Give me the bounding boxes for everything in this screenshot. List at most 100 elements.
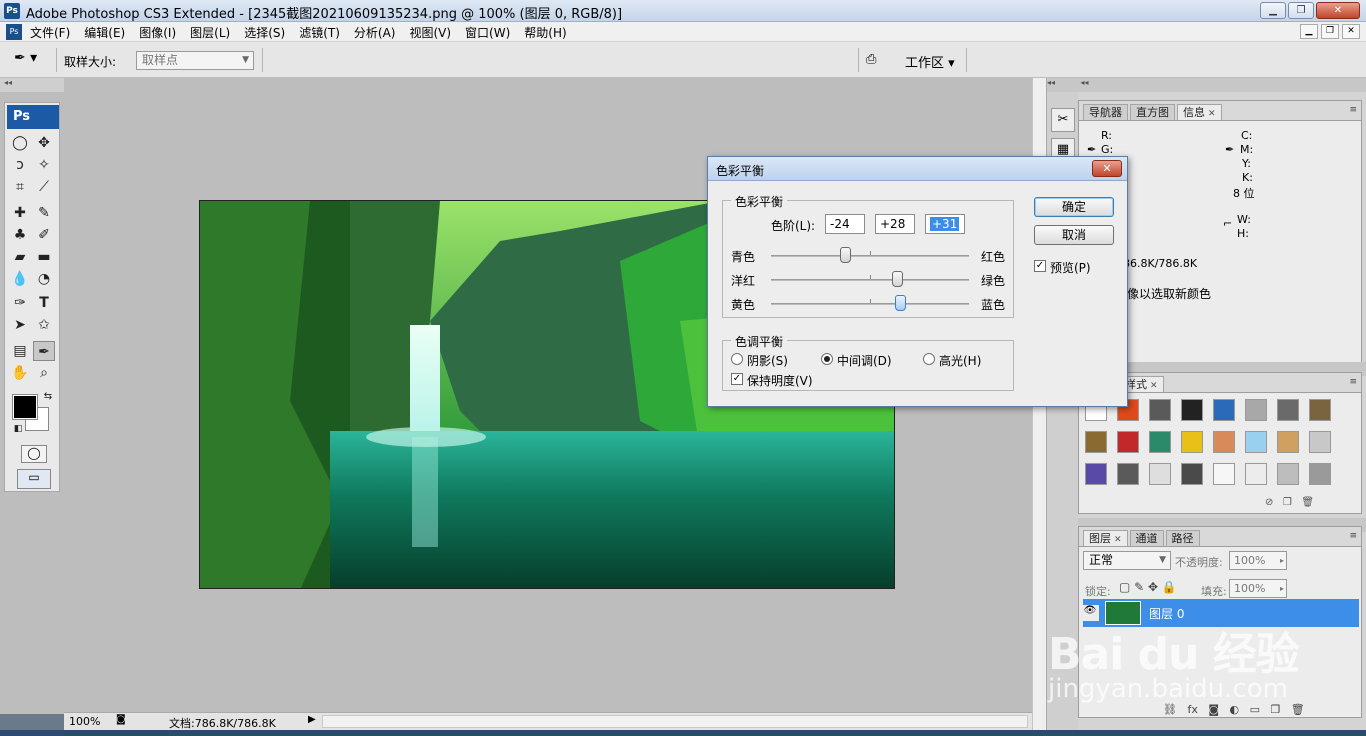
brush-tool-icon[interactable]: ✎ [33, 203, 55, 223]
layer-row[interactable]: 👁 图层 0 [1081, 599, 1359, 627]
style-swatch[interactable] [1213, 463, 1235, 485]
tool-presets-icon[interactable]: ✂ [1051, 108, 1075, 132]
notes-tool-icon[interactable]: ▤ [9, 341, 31, 361]
move-tool-icon[interactable]: ✥ [33, 133, 55, 153]
menu-analysis[interactable]: 分析(A) [354, 24, 396, 41]
style-swatch[interactable] [1245, 463, 1267, 485]
style-footer-icons[interactable]: ⊘ ❐ 🗑 [1265, 497, 1314, 508]
menu-view[interactable]: 视图(V) [409, 24, 451, 41]
doc-restore-button[interactable]: ❐ [1321, 24, 1339, 39]
menu-help[interactable]: 帮助(H) [524, 24, 566, 41]
menu-layer[interactable]: 图层(L) [190, 24, 230, 41]
crop-tool-icon[interactable]: ⌗ [9, 177, 31, 197]
style-swatch[interactable] [1309, 399, 1331, 421]
lasso-tool-icon[interactable]: ↄ [9, 155, 31, 175]
close-icon[interactable]: ✕ [1114, 535, 1122, 545]
menu-select[interactable]: 选择(S) [244, 24, 285, 41]
doc-icon[interactable]: Ps [6, 24, 22, 40]
marquee-tool-icon[interactable]: ◯ [9, 133, 31, 153]
level-cyan-red-input[interactable]: -24 [825, 214, 865, 234]
hand-tool-icon[interactable]: ✋ [9, 363, 31, 383]
style-swatch[interactable] [1277, 399, 1299, 421]
level-yellow-blue-input[interactable]: +31 [925, 214, 965, 234]
style-swatch[interactable] [1309, 463, 1331, 485]
status-menu-arrow-icon[interactable]: ▶ [308, 714, 316, 725]
style-swatch[interactable] [1149, 399, 1171, 421]
style-swatch[interactable] [1309, 431, 1331, 453]
panel-menu-icon[interactable]: ≡ [1349, 531, 1357, 541]
style-swatch[interactable] [1277, 463, 1299, 485]
menu-image[interactable]: 图像(I) [139, 24, 176, 41]
status-icon[interactable]: ◙ [116, 714, 126, 725]
tab-navigator[interactable]: 导航器 [1083, 104, 1128, 120]
fill-field[interactable]: 100% ▸ [1229, 579, 1287, 598]
panel-grip[interactable]: ◂◂ [1078, 78, 1366, 92]
style-swatch[interactable] [1085, 463, 1107, 485]
clone-stamp-icon[interactable]: ♣ [9, 225, 31, 245]
style-swatch[interactable] [1277, 431, 1299, 453]
preserve-luminosity-checkbox[interactable]: ✓ [731, 373, 743, 385]
style-swatch[interactable] [1181, 463, 1203, 485]
cyan-red-track[interactable] [771, 251, 969, 257]
cyan-red-slider-thumb[interactable] [840, 247, 852, 263]
horizontal-scrollbar[interactable] [322, 715, 1028, 728]
default-colors-icon[interactable]: ◧ [7, 419, 29, 439]
history-brush-icon[interactable]: ✐ [33, 225, 55, 245]
style-swatch[interactable] [1149, 463, 1171, 485]
magenta-green-slider-thumb[interactable] [891, 271, 903, 287]
path-select-icon[interactable]: ➤ [9, 315, 31, 335]
layer-name[interactable]: 图层 0 [1149, 605, 1184, 622]
gradient-tool-icon[interactable]: ▬ [33, 247, 55, 267]
bridge-icon[interactable]: ⎙ [866, 52, 876, 67]
shadows-radio[interactable] [731, 353, 743, 365]
type-tool-icon[interactable]: T [33, 293, 55, 313]
shape-tool-icon[interactable]: ✩ [33, 315, 55, 335]
eyedropper-preset-icon[interactable]: ✒ ▾ [14, 50, 48, 70]
style-swatch[interactable] [1245, 431, 1267, 453]
menu-edit[interactable]: 编辑(E) [84, 24, 125, 41]
menu-filter[interactable]: 滤镜(T) [299, 24, 340, 41]
doc-close-button[interactable]: ✕ [1342, 24, 1360, 39]
style-swatch[interactable] [1181, 399, 1203, 421]
workspace-menu[interactable]: 工作区 ▾ [905, 52, 955, 71]
close-icon[interactable]: ✕ [1208, 109, 1216, 119]
zoom-level[interactable]: 100% [69, 715, 100, 728]
eraser-tool-icon[interactable]: ▰ [9, 247, 31, 267]
tab-layers[interactable]: 图层 ✕ [1083, 530, 1128, 546]
screen-mode-icon[interactable]: ▭ [17, 469, 51, 489]
blur-tool-icon[interactable]: 💧 [9, 269, 31, 289]
style-swatch[interactable] [1245, 399, 1267, 421]
maximize-button[interactable]: ❐ [1288, 2, 1314, 19]
tab-histogram[interactable]: 直方图 [1130, 104, 1175, 120]
dialog-titlebar[interactable]: 色彩平衡 ✕ [708, 157, 1127, 181]
menu-file[interactable]: 文件(F) [30, 24, 70, 41]
yellow-blue-track[interactable] [771, 299, 969, 305]
style-swatch[interactable] [1149, 431, 1171, 453]
style-swatch[interactable] [1213, 399, 1235, 421]
preview-checkbox[interactable]: ✓ [1034, 260, 1046, 272]
magenta-green-track[interactable] [771, 275, 969, 281]
level-magenta-green-input[interactable]: +28 [875, 214, 915, 234]
close-button[interactable]: ✕ [1316, 2, 1360, 19]
tab-channels[interactable]: 通道 [1129, 530, 1164, 546]
style-swatch[interactable] [1213, 431, 1235, 453]
magic-wand-icon[interactable]: ✧ [33, 155, 55, 175]
doc-minimize-button[interactable]: ▁ [1300, 24, 1318, 39]
zoom-tool-icon[interactable]: ⌕ [33, 363, 55, 383]
menu-window[interactable]: 窗口(W) [465, 24, 510, 41]
swap-colors-icon[interactable]: ⇆ [37, 387, 59, 407]
lock-icons[interactable]: ▢ ✎ ✥ 🔒 [1119, 580, 1177, 594]
sample-size-select[interactable]: 取样点 ▼ [136, 51, 254, 70]
panel-menu-icon[interactable]: ≡ [1349, 377, 1357, 387]
pen-tool-icon[interactable]: ✑ [9, 293, 31, 313]
highlights-radio[interactable] [923, 353, 935, 365]
dialog-close-button[interactable]: ✕ [1092, 160, 1122, 177]
dodge-tool-icon[interactable]: ◔ [33, 269, 55, 289]
eyedropper-tool-icon[interactable]: ✒ [33, 341, 55, 361]
healing-brush-icon[interactable]: ✚ [9, 203, 31, 223]
foreground-color-swatch[interactable] [12, 394, 38, 420]
blend-mode-select[interactable]: 正常 ▼ [1083, 551, 1171, 570]
midtones-radio[interactable] [821, 353, 833, 365]
style-swatch[interactable] [1117, 463, 1139, 485]
dock-grip[interactable]: ◂◂ [1047, 78, 1079, 92]
